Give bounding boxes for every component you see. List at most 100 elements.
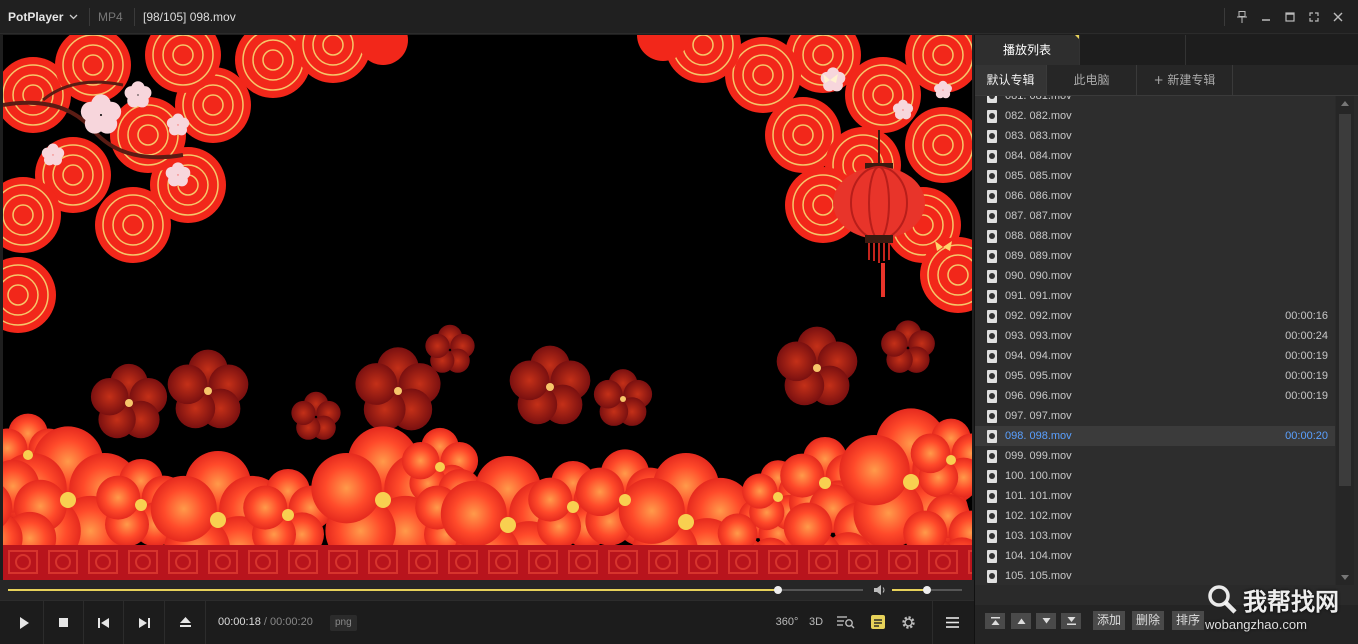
video-file-icon: [987, 450, 997, 463]
playlist-item[interactable]: 090. 090.mov: [975, 266, 1335, 286]
playlist-item[interactable]: 097. 097.mov: [975, 406, 1335, 426]
video-file-icon: [987, 490, 997, 503]
album-tab-this-pc[interactable]: 此电脑: [1047, 65, 1137, 95]
playlist-item-name: 081. 081.mov: [1005, 96, 1072, 102]
sort-button[interactable]: 排序: [1172, 611, 1205, 630]
pin-button[interactable]: [1230, 4, 1254, 30]
album-tab-this-pc-label: 此电脑: [1073, 73, 1110, 87]
minimize-button[interactable]: [1254, 4, 1278, 30]
playlist-item[interactable]: 085. 085.mov: [975, 166, 1335, 186]
3d-button[interactable]: 3D: [806, 611, 826, 633]
playlist-item[interactable]: 091. 091.mov: [975, 286, 1335, 306]
video-file-icon: [987, 510, 997, 523]
playlist-item[interactable]: 084. 084.mov: [975, 146, 1335, 166]
stop-button[interactable]: [44, 601, 84, 644]
playlist-item[interactable]: 095. 095.mov 00:00:19: [975, 366, 1335, 386]
fullscreen-button[interactable]: [1302, 4, 1326, 30]
playlist-item[interactable]: 101. 101.mov: [975, 486, 1335, 506]
playlist-item-name: 094. 094.mov: [1005, 350, 1072, 362]
playlist-item[interactable]: 089. 089.mov: [975, 246, 1335, 266]
video-file-icon: [987, 350, 997, 363]
tab-empty-1[interactable]: [1079, 35, 1185, 65]
previous-button[interactable]: [84, 601, 124, 644]
playlist-item[interactable]: 103. 103.mov: [975, 526, 1335, 546]
fullscreen-icon: [1309, 12, 1319, 22]
playlist-item[interactable]: 100. 100.mov: [975, 466, 1335, 486]
album-tab-default-label: 默认专辑: [986, 73, 1035, 87]
playlist-item-name: 083. 083.mov: [1005, 130, 1072, 142]
panel-tabs: 播放列表: [975, 35, 1358, 65]
playlist-item[interactable]: 099. 099.mov: [975, 446, 1335, 466]
add-button[interactable]: 添加: [1093, 611, 1126, 630]
close-button[interactable]: [1326, 4, 1350, 30]
watermark-brand: 我帮找网: [1243, 588, 1339, 616]
tab-empty-2[interactable]: [1185, 35, 1358, 65]
playlist-item[interactable]: 104. 104.mov: [975, 546, 1335, 566]
magnifier-icon: [1208, 585, 1237, 614]
playlist-item-name: 096. 096.mov: [1005, 390, 1072, 402]
gear-icon: [901, 615, 915, 629]
volume-icon[interactable]: [873, 584, 887, 596]
playlist-item[interactable]: 086. 086.mov: [975, 186, 1335, 206]
app-menu-button[interactable]: PotPlayer: [8, 0, 78, 34]
eject-button[interactable]: [166, 601, 206, 644]
playlist-item[interactable]: 083. 083.mov: [975, 126, 1335, 146]
move-down-button[interactable]: [1036, 613, 1056, 629]
scroll-thumb[interactable]: [1339, 114, 1351, 486]
maximize-button[interactable]: [1278, 4, 1302, 30]
playlist-item[interactable]: 082. 082.mov: [975, 106, 1335, 126]
move-to-bottom-button[interactable]: [1061, 613, 1081, 629]
video-file-icon: [987, 230, 997, 243]
video-file-icon: [987, 470, 997, 483]
playlist-item[interactable]: 096. 096.mov 00:00:19: [975, 386, 1335, 406]
menu-button[interactable]: [932, 601, 972, 644]
video-file-icon: [987, 170, 997, 183]
playlist-item-name: 097. 097.mov: [1005, 410, 1072, 422]
play-button[interactable]: [4, 601, 44, 644]
video-viewport[interactable]: [3, 35, 972, 580]
playlist-scrollbar[interactable]: [1336, 96, 1354, 585]
playlist-item[interactable]: 087. 087.mov: [975, 206, 1335, 226]
scroll-down-arrow-icon[interactable]: [1341, 575, 1349, 580]
playlist-item[interactable]: 093. 093.mov 00:00:24: [975, 326, 1335, 346]
vr-360-button[interactable]: 360°: [776, 611, 799, 633]
settings-button[interactable]: [898, 611, 918, 633]
minimize-icon: [1262, 19, 1270, 21]
playlist-item-duration: 00:00:20: [1285, 430, 1328, 442]
title-divider: [134, 8, 135, 26]
playlist-item-name: 098. 098.mov: [1005, 430, 1072, 442]
video-file-icon: [987, 250, 997, 263]
search-playlist-button[interactable]: [836, 611, 856, 633]
playlist-item-name: 105. 105.mov: [1005, 570, 1072, 582]
album-tabs: 默认专辑 此电脑 + 新建专辑: [975, 65, 1358, 96]
tab-playlist[interactable]: 播放列表: [975, 35, 1079, 65]
subtitle-icon: [871, 615, 885, 629]
seek-bar-handle[interactable]: [773, 586, 782, 594]
playlist-item-current[interactable]: 098. 098.mov 00:00:20: [975, 426, 1335, 446]
hamburger-menu-icon: [946, 617, 959, 628]
playlist-item-name: 092. 092.mov: [1005, 310, 1072, 322]
playlist-item[interactable]: 092. 092.mov 00:00:16: [975, 306, 1335, 326]
playlist-item-name: 093. 093.mov: [1005, 330, 1072, 342]
new-album-button[interactable]: + 新建专辑: [1137, 65, 1233, 95]
next-button[interactable]: [125, 601, 165, 644]
move-up-button[interactable]: [1011, 613, 1031, 629]
move-to-top-button[interactable]: [985, 613, 1005, 629]
video-file-icon: [987, 310, 997, 323]
volume-slider[interactable]: [892, 586, 962, 594]
playlist-item-duration: 00:00:19: [1285, 350, 1328, 362]
volume-slider-handle[interactable]: [923, 586, 931, 594]
video-file-icon: [987, 330, 997, 343]
eject-icon: [180, 617, 191, 627]
delete-button[interactable]: 删除: [1132, 611, 1165, 630]
seek-row: [0, 580, 974, 600]
playlist-item[interactable]: 081. 081.mov: [975, 96, 1335, 106]
playlist-item[interactable]: 094. 094.mov 00:00:19: [975, 346, 1335, 366]
playlist-item[interactable]: 088. 088.mov: [975, 226, 1335, 246]
subtitle-button[interactable]: [868, 611, 888, 633]
album-tab-default[interactable]: 默认专辑: [975, 65, 1047, 95]
list-search-icon: [837, 616, 855, 629]
playlist-item[interactable]: 102. 102.mov: [975, 506, 1335, 526]
seek-bar[interactable]: [8, 586, 863, 594]
scroll-up-arrow-icon[interactable]: [1341, 101, 1349, 106]
